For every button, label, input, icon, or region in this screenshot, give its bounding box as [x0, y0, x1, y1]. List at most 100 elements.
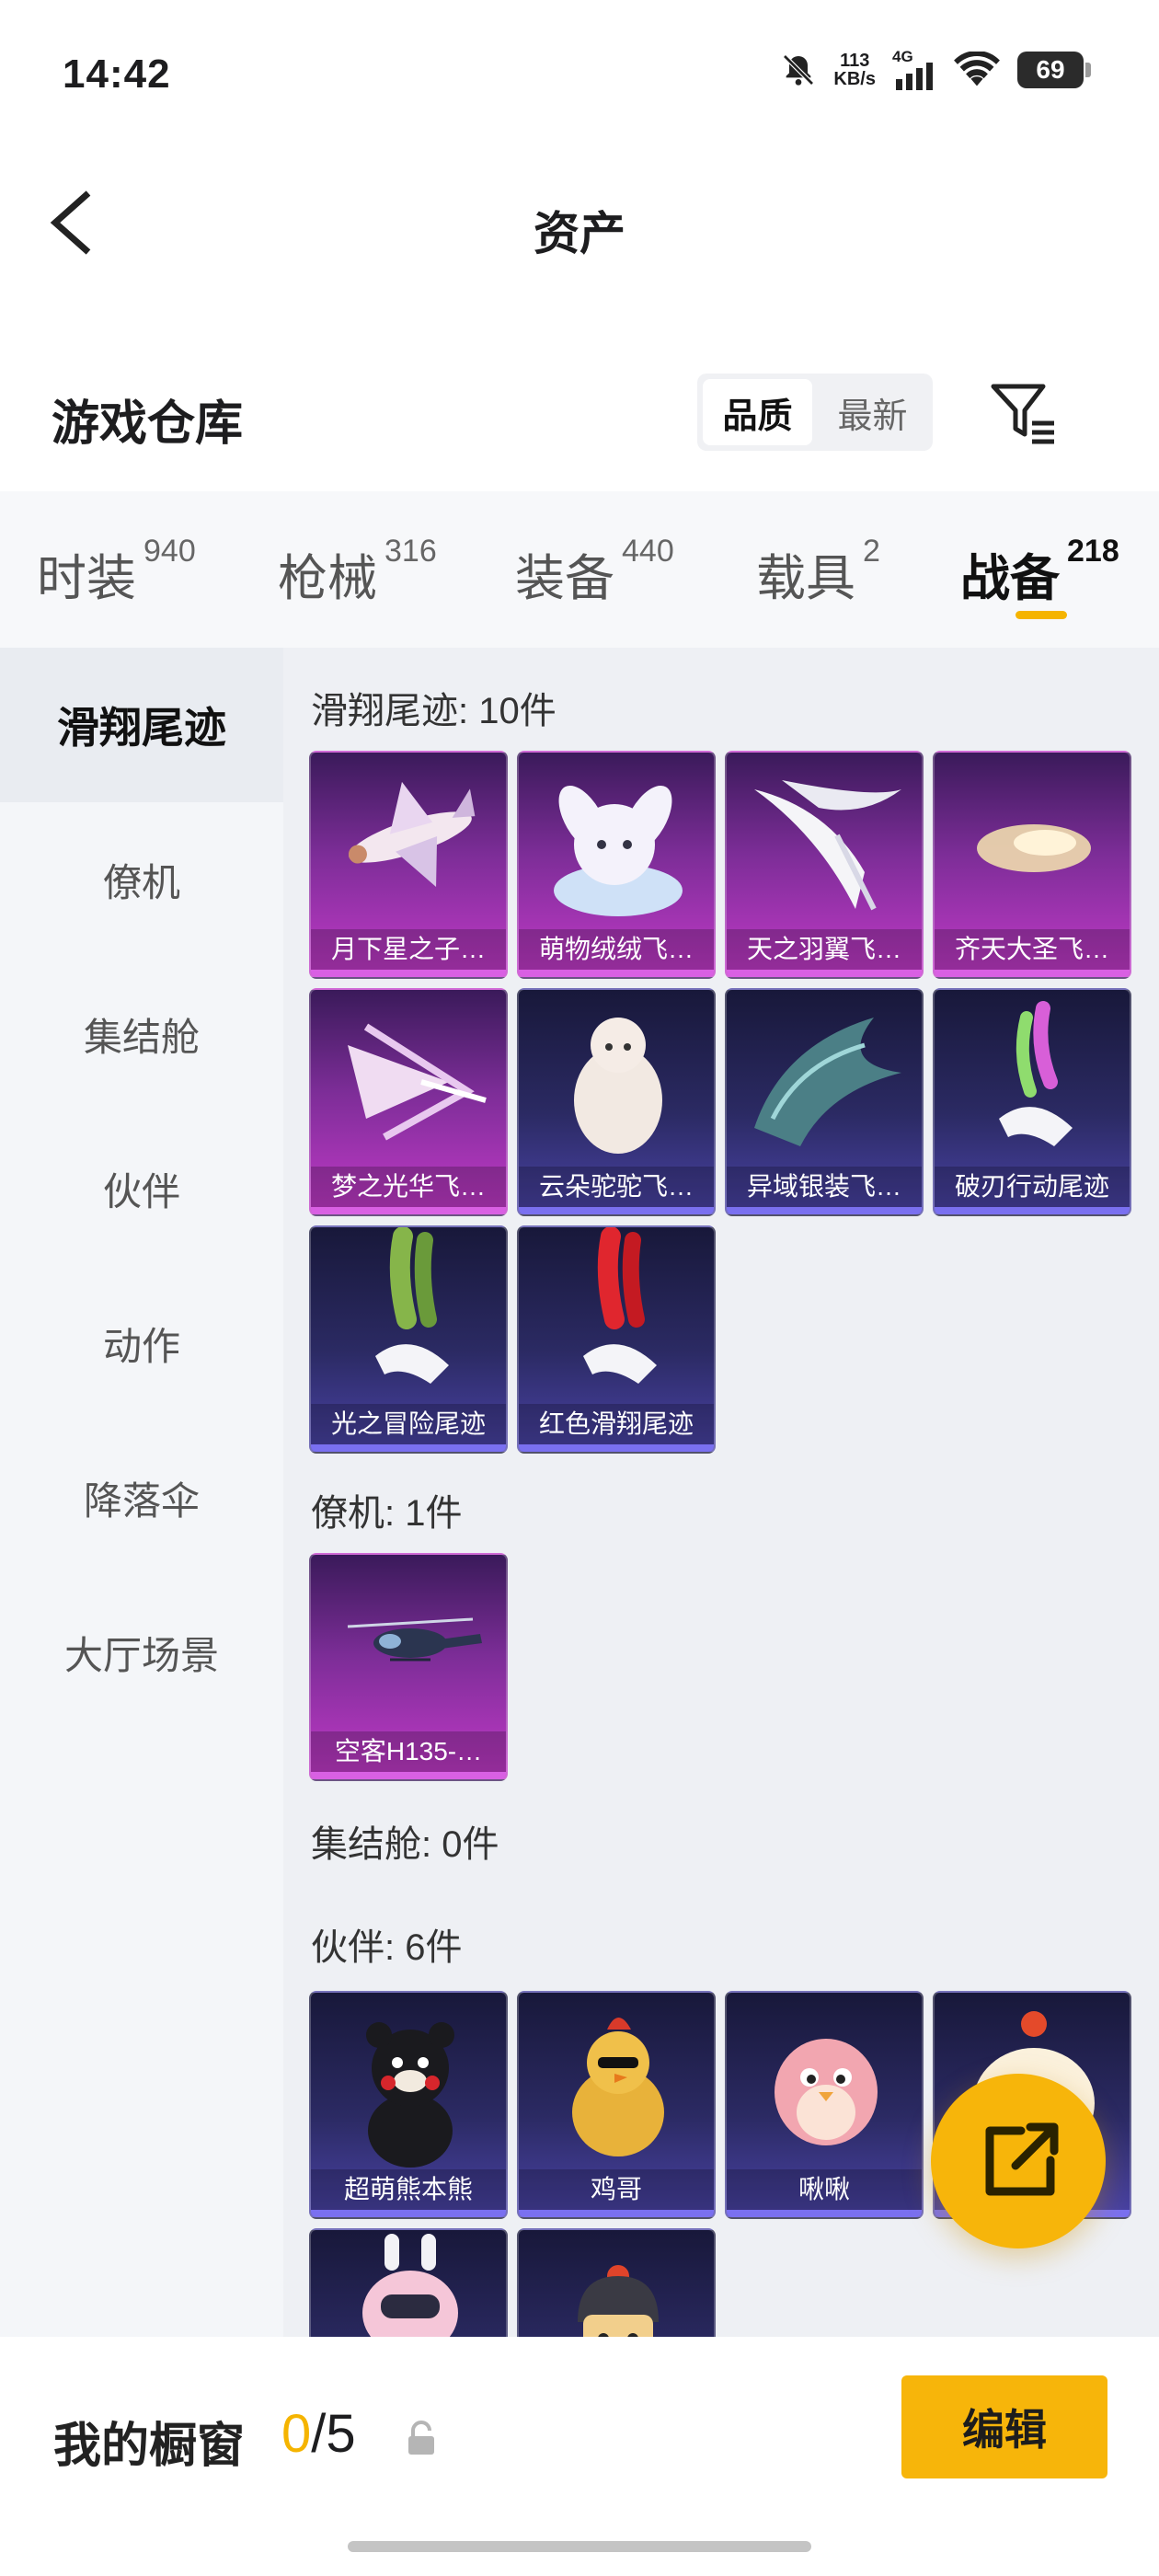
header: 资产 [0, 156, 1159, 294]
sidebar-item-lobby-scene[interactable]: 大厅场景 [0, 1575, 283, 1730]
sort-toggle: 品质 最新 [697, 374, 933, 451]
item-label: 月下星之子… [311, 929, 506, 970]
wing-icon [754, 780, 901, 911]
item-label: 破刃行动尾迹 [935, 1167, 1130, 1207]
sidebar: 滑翔尾迹 僚机 集结舱 伙伴 动作 降落伞 大厅场景 [0, 648, 283, 2337]
showcase-label: 我的橱窗 [53, 2420, 246, 2473]
smoke-trail-icon [375, 1227, 449, 1384]
share-button[interactable] [931, 2074, 1106, 2248]
sidebar-item-pod[interactable]: 集结舱 [0, 957, 283, 1111]
tab-label: 时装 [37, 551, 136, 606]
sidebar-item-parachute[interactable]: 降落伞 [0, 1420, 283, 1575]
light-wing-icon [348, 1023, 487, 1141]
item-card[interactable]: 鸡哥 [517, 1991, 716, 2219]
sort-option-quality[interactable]: 品质 [703, 379, 812, 445]
net-speed-value: 113 [840, 51, 870, 71]
plane-icon [348, 781, 476, 887]
helmet-companion-icon [578, 2265, 659, 2337]
item-card[interactable]: 空客H135-… [309, 1553, 508, 1781]
sidebar-item-glide-trail[interactable]: 滑翔尾迹 [0, 648, 283, 802]
item-card[interactable]: 梦之光华飞… [309, 988, 508, 1216]
item-card[interactable]: 啾啾 [725, 1991, 924, 2219]
home-indicator[interactable] [348, 2541, 811, 2552]
chicken-icon [572, 2018, 664, 2156]
share-external-icon [985, 2122, 1059, 2196]
armor-wing-icon [754, 1018, 901, 1146]
tab-count: 218 [1067, 534, 1119, 569]
alpaca-icon [574, 1018, 662, 1154]
item-card[interactable] [309, 2228, 508, 2337]
item-card[interactable]: 月下星之子… [309, 751, 508, 979]
wifi-icon [954, 52, 1000, 86]
tab-label: 枪械 [278, 551, 377, 606]
bear-icon [366, 2022, 454, 2168]
robot-bunny-icon [362, 2234, 458, 2337]
bell-off-icon [783, 54, 815, 86]
tab-label: 载具 [756, 551, 855, 606]
item-label: 梦之光华飞… [311, 1167, 506, 1207]
item-card[interactable]: 异域银装飞… [725, 988, 924, 1216]
tab-count: 316 [384, 534, 437, 569]
status-time: 14:42 [63, 52, 171, 97]
tab-label: 战备 [960, 551, 1060, 606]
network-type: 4G [892, 48, 936, 90]
signal-icon [896, 63, 933, 90]
tab-count: 440 [622, 534, 674, 569]
item-label: 齐天大圣飞… [935, 929, 1130, 970]
item-label: 光之冒险尾迹 [311, 1404, 506, 1444]
tab-fashion[interactable]: 时装 940 [37, 534, 196, 610]
helicopter-icon [347, 1617, 482, 1662]
item-label: 空客H135-… [311, 1731, 506, 1772]
item-card[interactable]: 云朵驼驼飞… [517, 988, 716, 1216]
sidebar-item-companion[interactable]: 伙伴 [0, 1111, 283, 1266]
showcase-count: 0/5 [281, 2403, 356, 2465]
page-title: 资产 [534, 208, 625, 259]
item-card[interactable]: 红色滑翔尾迹 [517, 1225, 716, 1454]
tab-supplies[interactable]: 战备 218 [960, 534, 1119, 610]
bunny-plush-icon [554, 785, 683, 916]
status-bar: 14:42 113 KB/s 4G 69 [0, 0, 1159, 156]
sidebar-item-emote[interactable]: 动作 [0, 1266, 283, 1420]
battery-icon: 69 [1017, 52, 1091, 88]
tab-count: 2 [863, 534, 880, 569]
item-label: 超萌熊本熊 [311, 2169, 506, 2210]
edit-button[interactable]: 编辑 [901, 2375, 1107, 2478]
section-title-pod: 集结舱: 0件 [311, 1824, 499, 1865]
tab-count: 940 [143, 534, 196, 569]
showcase-current: 0 [281, 2404, 312, 2464]
smoke-trail-icon [583, 1227, 657, 1384]
category-tabs: 时装 940 枪械 316 装备 440 载具 2 战备 218 [0, 491, 1159, 648]
section-title-companion: 伙伴: 6件 [311, 1927, 463, 1968]
item-card[interactable]: 光之冒险尾迹 [309, 1225, 508, 1454]
item-card[interactable]: 齐天大圣飞… [933, 751, 1131, 979]
pink-bird-icon [775, 2039, 878, 2145]
item-card[interactable] [517, 2228, 716, 2337]
sort-option-newest[interactable]: 最新 [818, 379, 927, 445]
tab-guns[interactable]: 枪械 316 [278, 534, 437, 610]
item-card[interactable]: 破刃行动尾迹 [933, 988, 1131, 1216]
tab-vehicles[interactable]: 载具 2 [756, 534, 880, 610]
showcase-total: /5 [311, 2404, 356, 2464]
section-title-wingman: 僚机: 1件 [311, 1493, 463, 1534]
bottom-bar: 我的橱窗 0/5 编辑 [0, 2337, 1159, 2576]
item-label: 天之羽翼飞… [727, 929, 922, 970]
smoke-trail-icon [999, 1001, 1073, 1146]
item-card[interactable]: 萌物绒绒飞… [517, 751, 716, 979]
item-label: 啾啾 [727, 2169, 922, 2210]
status-icons: 113 KB/s 4G 69 [780, 48, 1091, 90]
section-title-glide-trail: 滑翔尾迹: 10件 [311, 691, 557, 731]
tab-equipment[interactable]: 装备 440 [515, 534, 674, 610]
sidebar-item-wingman[interactable]: 僚机 [0, 802, 283, 957]
item-card[interactable]: 超萌熊本熊 [309, 1991, 508, 2219]
lock-icon [408, 2421, 434, 2455]
item-card[interactable]: 天之羽翼飞… [725, 751, 924, 979]
net-speed-unit: KB/s [833, 69, 876, 89]
net-speed: 113 KB/s [833, 52, 876, 88]
filter-icon[interactable] [988, 381, 1058, 447]
warehouse-title: 游戏仓库 [52, 397, 244, 451]
tab-active-indicator [1016, 611, 1067, 619]
item-label: 萌物绒绒飞… [519, 929, 714, 970]
item-label: 鸡哥 [519, 2169, 714, 2210]
tab-label: 装备 [515, 551, 614, 606]
cloud-icon [977, 824, 1091, 872]
